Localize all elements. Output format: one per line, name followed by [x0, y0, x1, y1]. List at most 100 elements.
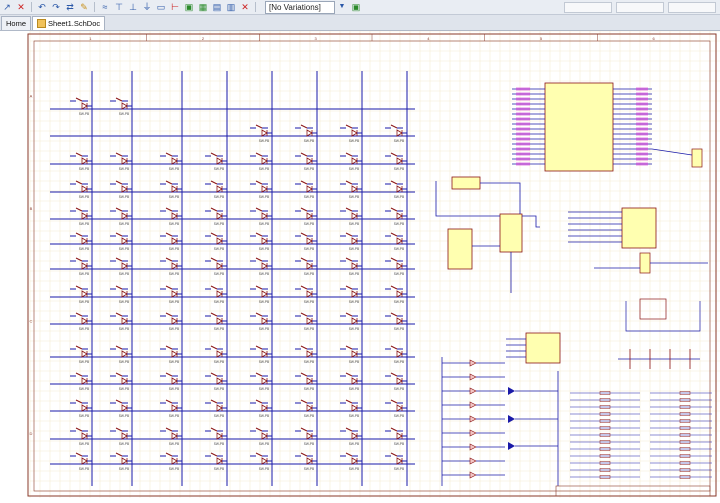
net-label: [516, 122, 530, 126]
key-switch: SW-PB: [160, 152, 182, 171]
svg-text:SW-PB: SW-PB: [394, 300, 404, 304]
key-switch: SW-PB: [340, 399, 362, 418]
header-wire: [651, 148, 693, 156]
delete-icon[interactable]: ✕: [16, 2, 26, 12]
undo-icon[interactable]: ↶: [37, 2, 47, 12]
variations-value: [No Variations]: [269, 2, 321, 12]
key-switch: SW-PB: [250, 152, 272, 171]
svg-text:SW-PB: SW-PB: [349, 272, 359, 276]
key-switch: SW-PB: [250, 180, 272, 199]
gnd-icon[interactable]: ⏚: [142, 2, 152, 12]
net-label: [516, 152, 530, 156]
key-switch: SW-PB: [160, 399, 182, 418]
variations-dropdown[interactable]: [No Variations]: [265, 0, 335, 14]
port-icon[interactable]: ▭: [156, 2, 166, 12]
led: [469, 443, 477, 451]
no-erc-icon[interactable]: ✕: [240, 2, 250, 12]
schematic-canvas[interactable]: 1 2 3 4 5 6 A B C D SW-PB SW-PB SW-PB SW-PB SW-PB SW-PB…: [0, 30, 720, 498]
svg-text:SW-PB: SW-PB: [349, 300, 359, 304]
svg-text:SW-PB: SW-PB: [394, 195, 404, 199]
sheet-symbol-icon[interactable]: ▦: [198, 2, 208, 12]
variant-manager-icon[interactable]: ▣: [351, 2, 361, 12]
key-switch: SW-PB: [340, 124, 362, 143]
key-switch: SW-PB: [295, 124, 317, 143]
regulator-chip: [451, 176, 481, 190]
svg-text:SW-PB: SW-PB: [394, 272, 404, 276]
net-label: [516, 142, 530, 146]
svg-text:SW-PB: SW-PB: [79, 300, 89, 304]
svg-text:SW-PB: SW-PB: [119, 442, 129, 446]
key-switch: SW-PB: [250, 399, 272, 418]
tab-sheet1[interactable]: Sheet1.SchDoc: [32, 16, 106, 30]
net-label: [516, 87, 530, 91]
net-label: [516, 102, 530, 106]
key-switch: SW-PB: [385, 399, 407, 418]
svg-text:SW-PB: SW-PB: [79, 112, 89, 116]
svg-text:SW-PB: SW-PB: [214, 300, 224, 304]
toolbar-field-2[interactable]: [616, 1, 664, 13]
wire-icon[interactable]: ↗: [2, 2, 12, 12]
key-switch: SW-PB: [70, 152, 92, 171]
cross-probe-icon[interactable]: ⇄: [65, 2, 75, 12]
column-marker: 1: [89, 36, 92, 41]
redo-icon[interactable]: ↷: [51, 2, 61, 12]
bus-icon[interactable]: ≈: [100, 2, 110, 12]
net-label: [636, 137, 648, 141]
key-switch: SW-PB: [110, 312, 132, 331]
svg-text:SW-PB: SW-PB: [304, 300, 314, 304]
key-switch: SW-PB: [340, 180, 362, 199]
io-expander-chip: [525, 332, 561, 364]
svg-text:SW-PB: SW-PB: [214, 272, 224, 276]
crystal: [639, 298, 667, 320]
key-switch: SW-PB: [205, 452, 227, 471]
part-icon[interactable]: ▣: [184, 2, 194, 12]
svg-text:SW-PB: SW-PB: [214, 414, 224, 418]
key-switch: SW-PB: [110, 399, 132, 418]
svg-text:SW-PB: SW-PB: [119, 414, 129, 418]
svg-text:SW-PB: SW-PB: [259, 387, 269, 391]
key-switch: SW-PB: [385, 312, 407, 331]
svg-text:SW-PB: SW-PB: [304, 247, 314, 251]
net-label: [516, 117, 530, 121]
key-switch: SW-PB: [250, 232, 272, 251]
svg-text:SW-PB: SW-PB: [259, 327, 269, 331]
highlight-icon[interactable]: ✎: [79, 2, 89, 12]
toolbar-field-1[interactable]: [564, 1, 612, 13]
vcc-icon[interactable]: ⊢: [170, 2, 180, 12]
key-switch: SW-PB: [110, 452, 132, 471]
row-marker: A: [30, 93, 33, 98]
net-label: [636, 117, 648, 121]
diode: [508, 415, 515, 423]
device-sheet-icon[interactable]: ▥: [226, 2, 236, 12]
svg-text:SW-PB: SW-PB: [394, 467, 404, 471]
svg-text:SW-PB: SW-PB: [169, 467, 179, 471]
led: [469, 373, 477, 381]
power-port-icon[interactable]: ⊥: [128, 2, 138, 12]
svg-text:SW-PB: SW-PB: [349, 442, 359, 446]
key-switch: SW-PB: [340, 372, 362, 391]
chevron-down-icon[interactable]: ▼: [337, 2, 347, 12]
toolbar-field-3[interactable]: [668, 1, 716, 13]
key-switch: SW-PB: [295, 152, 317, 171]
net-label-icon[interactable]: ⊤: [114, 2, 124, 12]
svg-text:SW-PB: SW-PB: [304, 467, 314, 471]
svg-text:SW-PB: SW-PB: [394, 222, 404, 226]
key-switch: SW-PB: [295, 180, 317, 199]
svg-text:SW-PB: SW-PB: [349, 247, 359, 251]
schematic-sheet[interactable]: 1 2 3 4 5 6ABCDSW-PB SW-PBSW-PB SW-PB SW-PB SW-PB…: [0, 30, 720, 498]
svg-text:SW-PB: SW-PB: [79, 222, 89, 226]
key-switch: SW-PB: [70, 180, 92, 199]
power-switch-chip: [499, 213, 523, 253]
key-switch: SW-PB: [110, 372, 132, 391]
svg-text:SW-PB: SW-PB: [214, 167, 224, 171]
net-label: [636, 162, 648, 166]
key-switch: SW-PB: [385, 452, 407, 471]
svg-text:SW-PB: SW-PB: [79, 387, 89, 391]
key-switch: SW-PB: [110, 152, 132, 171]
svg-text:SW-PB: SW-PB: [79, 360, 89, 364]
net-label: [516, 107, 530, 111]
tab-home[interactable]: Home: [1, 16, 32, 30]
svg-text:SW-PB: SW-PB: [349, 139, 359, 143]
sheet-entry-icon[interactable]: ▤: [212, 2, 222, 12]
svg-text:SW-PB: SW-PB: [349, 222, 359, 226]
